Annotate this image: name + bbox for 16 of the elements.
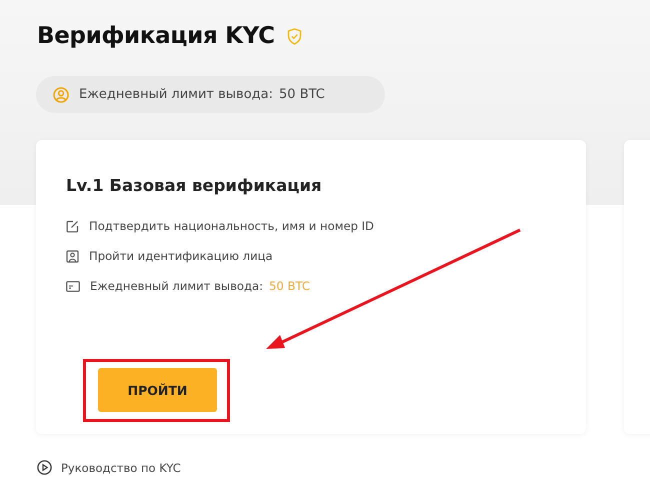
limit-value: 50 BTC	[279, 87, 325, 102]
page-title: Верификация KYC	[37, 23, 275, 49]
user-icon	[53, 86, 69, 102]
shield-check-icon	[286, 28, 302, 44]
portrait-icon	[66, 250, 79, 262]
play-icon	[37, 460, 52, 475]
guide-link[interactable]: Руководство по KYC	[61, 460, 181, 474]
card-icon	[66, 280, 80, 292]
limit-value: 50 BTC	[269, 279, 310, 293]
card-title: Lv.1 Базовая верификация	[66, 176, 323, 195]
requirement-text: Подтвердить национальность, имя и номер ID	[89, 219, 374, 233]
edit-icon	[66, 220, 79, 232]
requirement-text: Ежедневный лимит вывода:	[90, 279, 264, 293]
requirement-text: Пройти идентификацию лица	[89, 249, 273, 263]
limit-label: Ежедневный лимит вывода:	[79, 87, 274, 102]
start-button[interactable]: ПРОЙТИ	[98, 368, 217, 412]
